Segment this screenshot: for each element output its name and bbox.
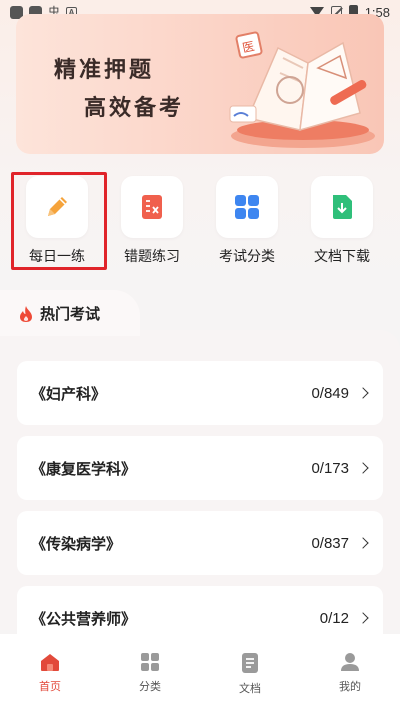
quick-actions: 每日一练 错题练习 考试分类 文档下载 (0, 176, 400, 268)
exam-progress: 0/837 (311, 534, 349, 552)
quick-daily-practice[interactable]: 每日一练 (17, 176, 97, 268)
document-download-icon (333, 195, 352, 219)
quick-label: 考试分类 (219, 249, 275, 265)
tab-category[interactable]: 分类 (100, 634, 200, 712)
exam-progress: 0/849 (311, 384, 349, 402)
bottom-tab-bar: 首页 分类 文档 我的 (0, 634, 400, 712)
exam-card[interactable]: 《传染病学》 0/837 (17, 511, 383, 575)
quick-error-practice[interactable]: 错题练习 (112, 176, 192, 268)
error-notebook-icon (142, 195, 162, 219)
quick-tile (311, 176, 373, 238)
tab-home[interactable]: 首页 (0, 634, 100, 712)
tab-profile[interactable]: 我的 (300, 634, 400, 712)
hot-exams-title: 热门考试 (40, 305, 101, 323)
quick-doc-download[interactable]: 文档下载 (302, 176, 382, 268)
chevron-right-icon (357, 387, 369, 399)
hot-exams-header: 热门考试 (18, 303, 100, 324)
quick-tile (216, 176, 278, 238)
flame-icon (20, 305, 32, 322)
exam-card[interactable]: 《妇产科》 0/849 (17, 361, 383, 425)
exam-name: 《公共营养师》 (31, 609, 137, 628)
exam-name: 《传染病学》 (31, 534, 122, 553)
tab-label: 分类 (139, 680, 161, 693)
profile-icon (341, 653, 359, 671)
pencil-icon (48, 197, 67, 216)
quick-tile (26, 176, 88, 238)
chevron-right-icon (357, 537, 369, 549)
exam-card[interactable]: 《康复医学科》 0/173 (17, 436, 383, 500)
tab-label: 文档 (239, 682, 261, 695)
quick-label: 文档下载 (314, 249, 370, 265)
tab-label: 我的 (339, 680, 361, 693)
tab-label: 首页 (39, 680, 61, 693)
exam-progress: 0/12 (319, 609, 349, 627)
quick-label: 每日一练 (29, 249, 85, 265)
category-icon (141, 653, 159, 671)
home-icon (41, 654, 59, 671)
tab-document[interactable]: 文档 (200, 634, 300, 712)
banner-line2: 高效备考 (84, 96, 185, 121)
chevron-right-icon (357, 462, 369, 474)
grid-icon (235, 195, 259, 219)
exam-progress: 0/173 (311, 459, 349, 477)
exam-name: 《康复医学科》 (31, 459, 137, 478)
quick-label: 错题练习 (124, 249, 180, 265)
banner-line1: 精准押题 (54, 58, 155, 83)
promo-banner[interactable]: 精准押题 高效备考 医 (16, 14, 384, 154)
book-illustration-icon: 医 (229, 31, 375, 148)
quick-tile (121, 176, 183, 238)
document-icon (242, 653, 258, 673)
quick-exam-category[interactable]: 考试分类 (207, 176, 287, 268)
exam-name: 《妇产科》 (31, 384, 107, 403)
chevron-right-icon (357, 612, 369, 624)
